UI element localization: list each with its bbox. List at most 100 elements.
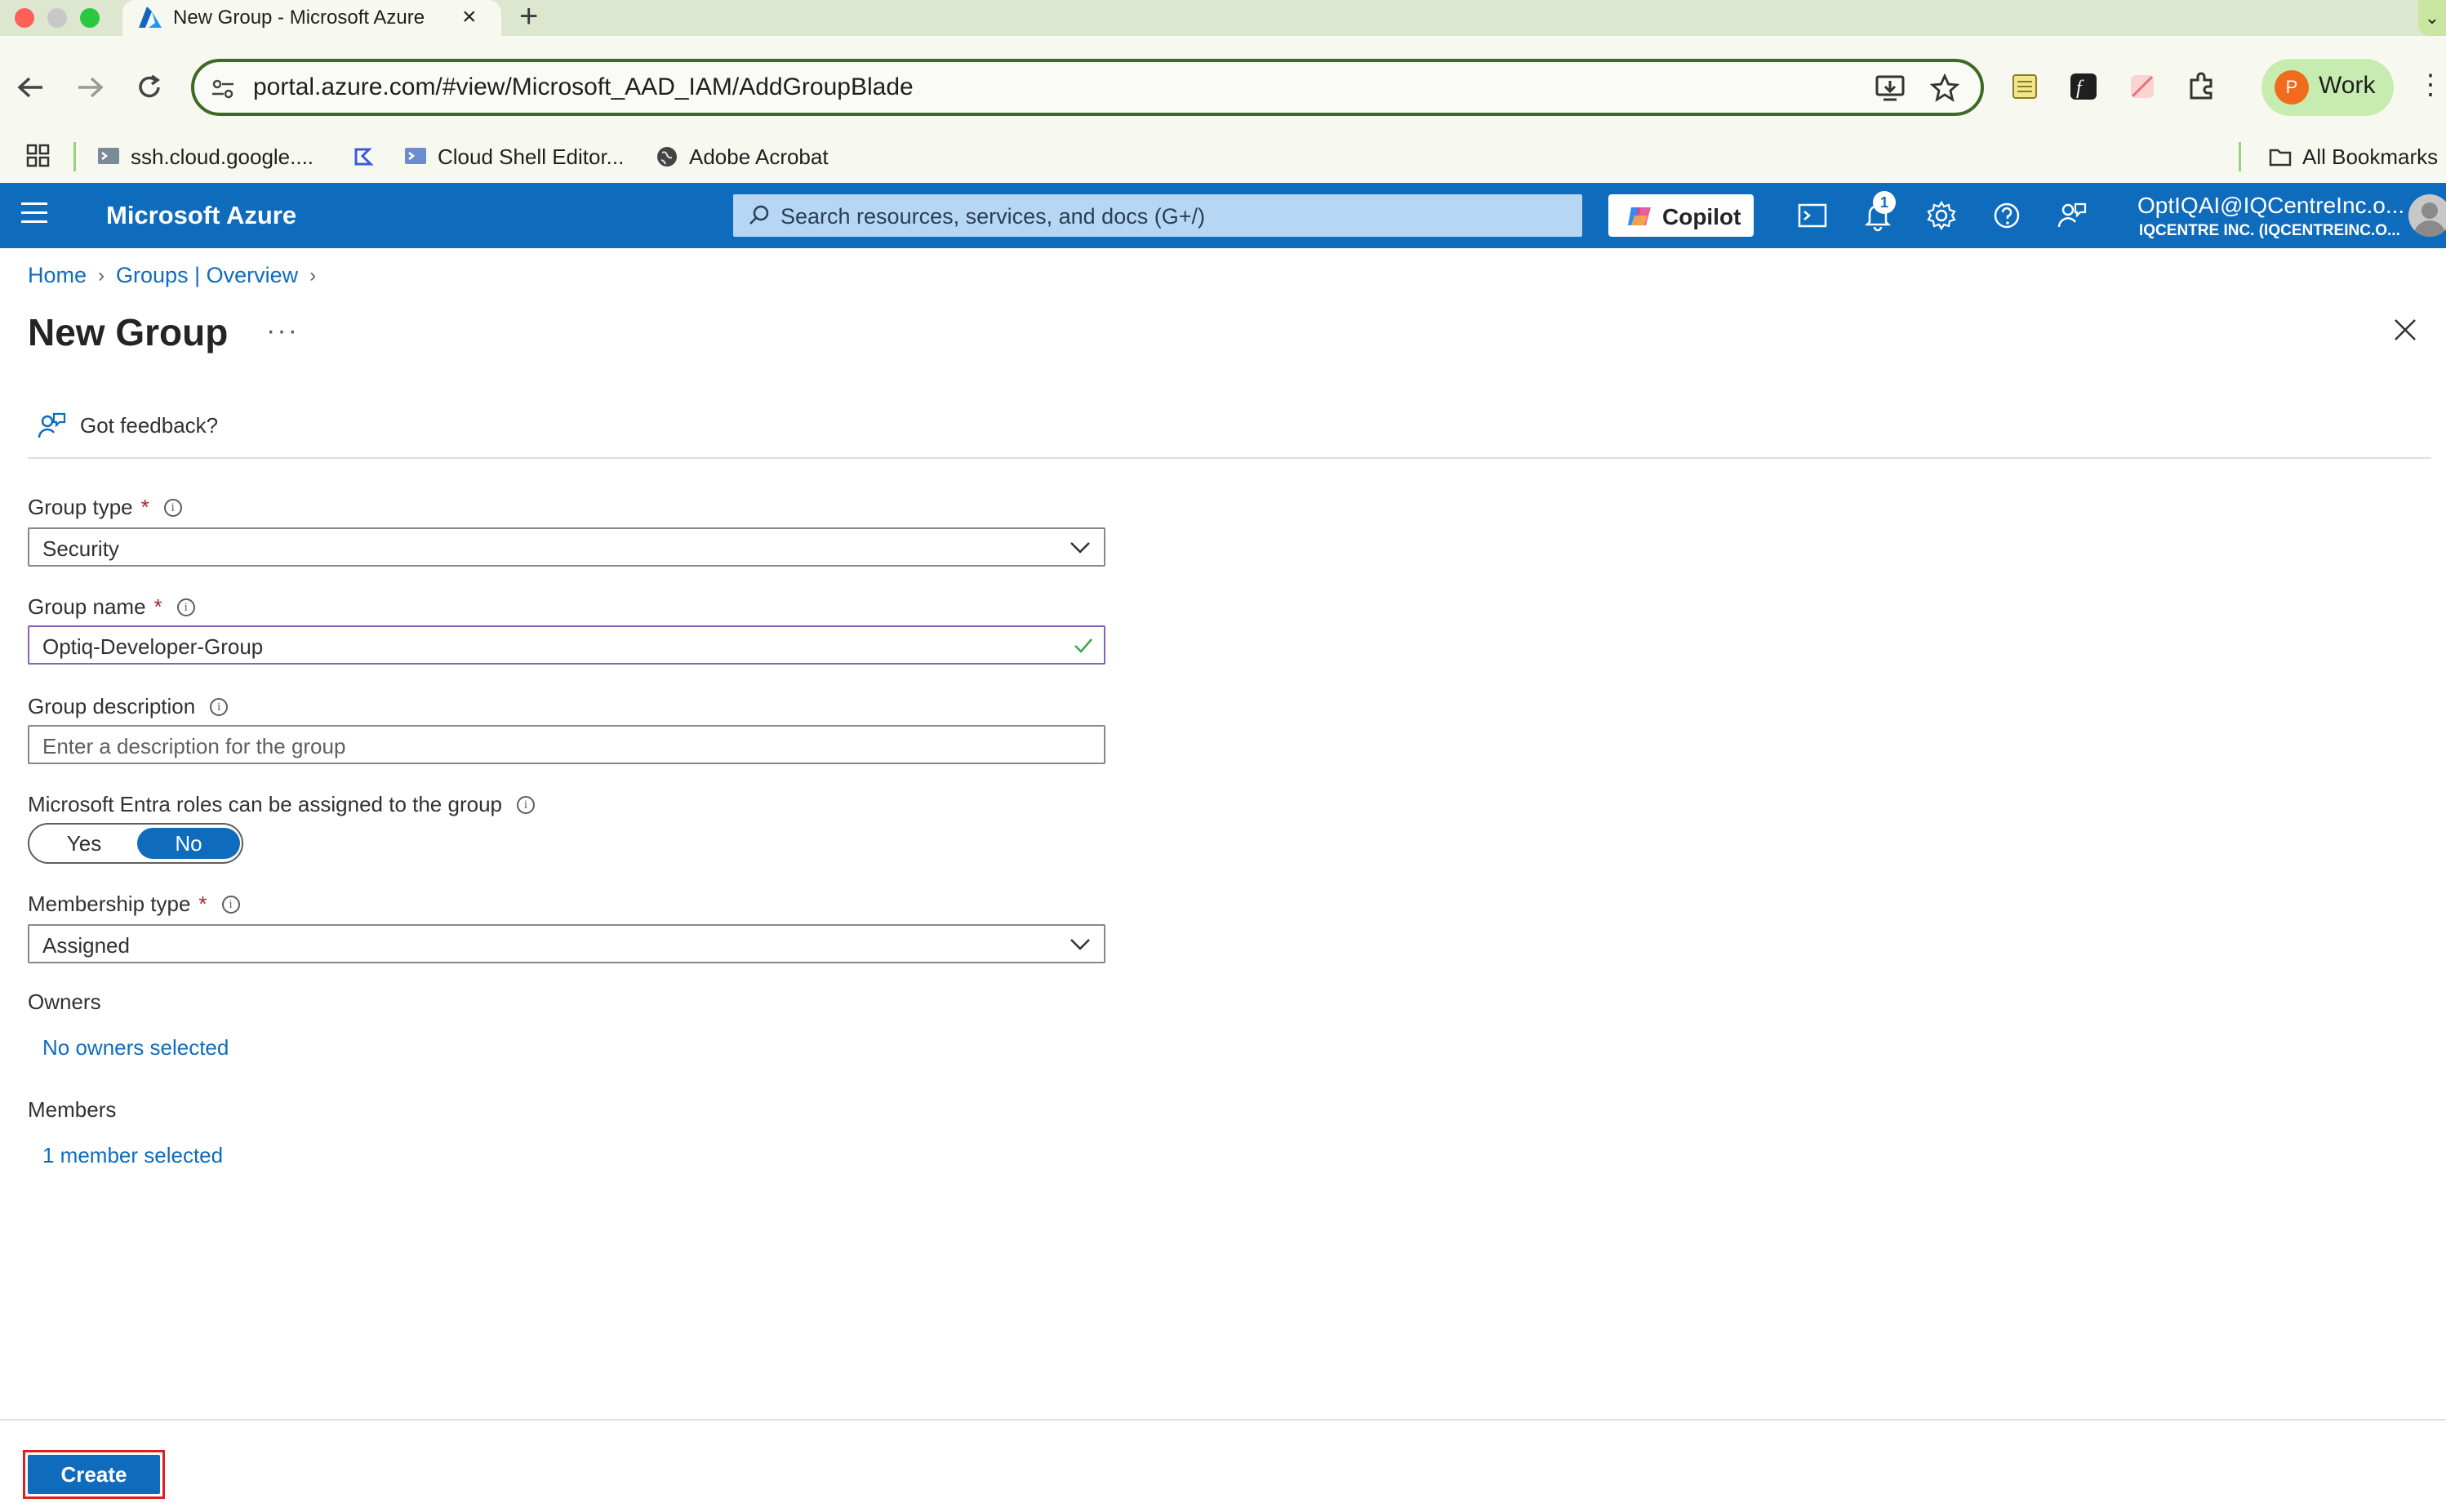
browser-tab-strip: New Group - Microsoft Azure × + ⌄ — [0, 0, 2446, 36]
account-tenant[interactable]: IQCENTRE INC. (IQCENTREINC.O... — [2139, 222, 2400, 240]
apps-grid-icon[interactable] — [26, 144, 51, 168]
browser-menu-icon[interactable]: ⋮ — [2417, 69, 2444, 101]
select-owners-link[interactable]: No owners selected — [42, 1035, 229, 1061]
toggle-option-yes[interactable]: Yes — [33, 828, 136, 859]
required-asterisk: * — [198, 892, 207, 916]
global-search-input[interactable]: Search resources, services, and docs (G+… — [733, 194, 1582, 237]
notes-extension-icon[interactable] — [2008, 70, 2041, 103]
copilot-label: Copilot — [1662, 204, 1741, 229]
group-type-label: Group type * i — [28, 495, 182, 520]
search-placeholder: Search resources, services, and docs (G+… — [780, 204, 1205, 229]
tab-search-chevron-icon[interactable]: ⌄ — [2418, 0, 2446, 36]
breadcrumb-groups-overview[interactable]: Groups | Overview — [116, 263, 298, 288]
page-title: New Group — [28, 311, 229, 354]
group-description-label-text: Group description — [28, 694, 196, 718]
all-bookmarks[interactable]: All Bookmarks — [2268, 140, 2438, 173]
info-icon[interactable]: i — [176, 598, 195, 616]
profile-label: Work — [2319, 72, 2376, 99]
bookmarks-divider — [73, 142, 76, 171]
new-tab-icon[interactable]: + — [519, 0, 538, 33]
cloud-shell-icon — [405, 148, 426, 164]
browser-tab[interactable]: New Group - Microsoft Azure × — [122, 0, 501, 36]
membership-type-label-text: Membership type — [28, 892, 191, 916]
entra-roles-toggle[interactable]: Yes No — [28, 823, 243, 864]
forward-arrow-icon[interactable] — [75, 75, 105, 100]
formula-extension-icon[interactable]: f — [2067, 70, 2100, 103]
footer-divider — [0, 1419, 2446, 1421]
feedback-icon[interactable] — [2056, 199, 2088, 232]
bookmark-retool[interactable] — [351, 140, 376, 173]
window-minimize-dot[interactable] — [47, 8, 67, 28]
bookmark-cloud-shell[interactable]: Cloud Shell Editor... — [403, 140, 624, 173]
chevron-right-icon: › — [98, 264, 105, 287]
folder-icon — [2269, 149, 2292, 167]
disabled-extension-icon[interactable] — [2126, 70, 2159, 103]
group-name-input[interactable]: Optiq-Developer-Group — [28, 625, 1105, 665]
extensions-puzzle-icon[interactable] — [2185, 70, 2217, 103]
account-avatar[interactable] — [2408, 194, 2446, 237]
info-icon[interactable]: i — [221, 895, 240, 914]
window-zoom-dot[interactable] — [80, 8, 100, 28]
feedback-person-icon — [38, 412, 66, 438]
close-icon[interactable] — [2392, 317, 2418, 343]
search-icon — [749, 205, 769, 225]
cloud-shell-icon[interactable] — [1796, 199, 1829, 232]
account-name[interactable]: OptIQAI@IQCentreInc.o... — [2137, 193, 2404, 219]
azure-top-bar: Microsoft Azure Search resources, servic… — [0, 183, 2446, 248]
bookmark-label: Adobe Acrobat — [689, 144, 829, 169]
required-asterisk: * — [140, 495, 149, 519]
group-type-dropdown[interactable]: Security — [28, 527, 1105, 567]
bookmark-adobe-acrobat[interactable]: Adobe Acrobat — [655, 140, 829, 173]
bookmark-ssh[interactable]: ssh.cloud.google.... — [96, 140, 314, 173]
settings-gear-icon[interactable] — [1925, 199, 1958, 232]
members-label: Members — [28, 1097, 116, 1123]
group-name-value: Optiq-Developer-Group — [42, 634, 264, 659]
install-app-icon[interactable] — [1875, 73, 1906, 103]
info-icon[interactable]: i — [163, 498, 182, 517]
bookmarks-divider — [2239, 142, 2241, 171]
globe-icon — [657, 147, 677, 167]
copilot-button[interactable]: Copilot — [1608, 194, 1754, 237]
group-name-label: Group name * i — [28, 594, 195, 620]
owners-label: Owners — [28, 989, 101, 1015]
terminal-icon — [98, 148, 119, 164]
azure-logo-icon — [139, 7, 162, 28]
feedback-label: Got feedback? — [80, 412, 219, 438]
url-text: portal.azure.com/#view/Microsoft_AAD_IAM… — [253, 73, 914, 100]
got-feedback-link[interactable]: Got feedback? — [38, 411, 218, 439]
bookmark-label: ssh.cloud.google.... — [131, 144, 314, 169]
help-icon[interactable] — [1990, 199, 2023, 232]
tab-title: New Group - Microsoft Azure — [173, 7, 425, 29]
group-description-input[interactable]: Enter a description for the group — [28, 725, 1105, 764]
bookmarks-bar: ssh.cloud.google.... Cloud Shell Editor.… — [0, 132, 2446, 183]
all-bookmarks-label: All Bookmarks — [2302, 144, 2439, 169]
notification-count-badge: 1 — [1873, 191, 1896, 214]
toggle-option-no[interactable]: No — [137, 828, 240, 859]
owners-label-text: Owners — [28, 989, 101, 1014]
bookmark-star-icon[interactable] — [1930, 73, 1959, 103]
portal-menu-icon[interactable] — [21, 202, 47, 227]
create-button[interactable]: Create — [28, 1455, 160, 1494]
info-icon[interactable]: i — [210, 697, 229, 716]
window-close-dot[interactable] — [15, 8, 34, 28]
profile-chip[interactable]: P Work — [2261, 59, 2394, 116]
group-type-value: Security — [42, 536, 119, 561]
membership-type-label: Membership type * i — [28, 892, 240, 917]
site-info-icon[interactable] — [211, 77, 235, 101]
more-options-icon[interactable]: ··· — [266, 315, 299, 347]
group-description-label: Group description i — [28, 694, 229, 719]
membership-type-dropdown[interactable]: Assigned — [28, 924, 1105, 963]
breadcrumb-home[interactable]: Home — [28, 263, 87, 288]
breadcrumb: Home › Groups | Overview › — [28, 263, 316, 288]
info-icon[interactable]: i — [517, 795, 535, 814]
back-arrow-icon[interactable] — [16, 75, 46, 100]
select-members-link[interactable]: 1 member selected — [42, 1143, 223, 1168]
portal-brand[interactable]: Microsoft Azure — [106, 201, 296, 230]
chevron-down-icon — [1070, 542, 1090, 554]
reload-icon[interactable] — [136, 73, 163, 101]
profile-avatar: P — [2275, 70, 2309, 105]
tab-close-icon[interactable]: × — [462, 3, 477, 31]
copilot-icon — [1628, 207, 1651, 225]
required-asterisk: * — [153, 594, 162, 619]
address-bar[interactable]: portal.azure.com/#view/Microsoft_AAD_IAM… — [191, 59, 1984, 116]
